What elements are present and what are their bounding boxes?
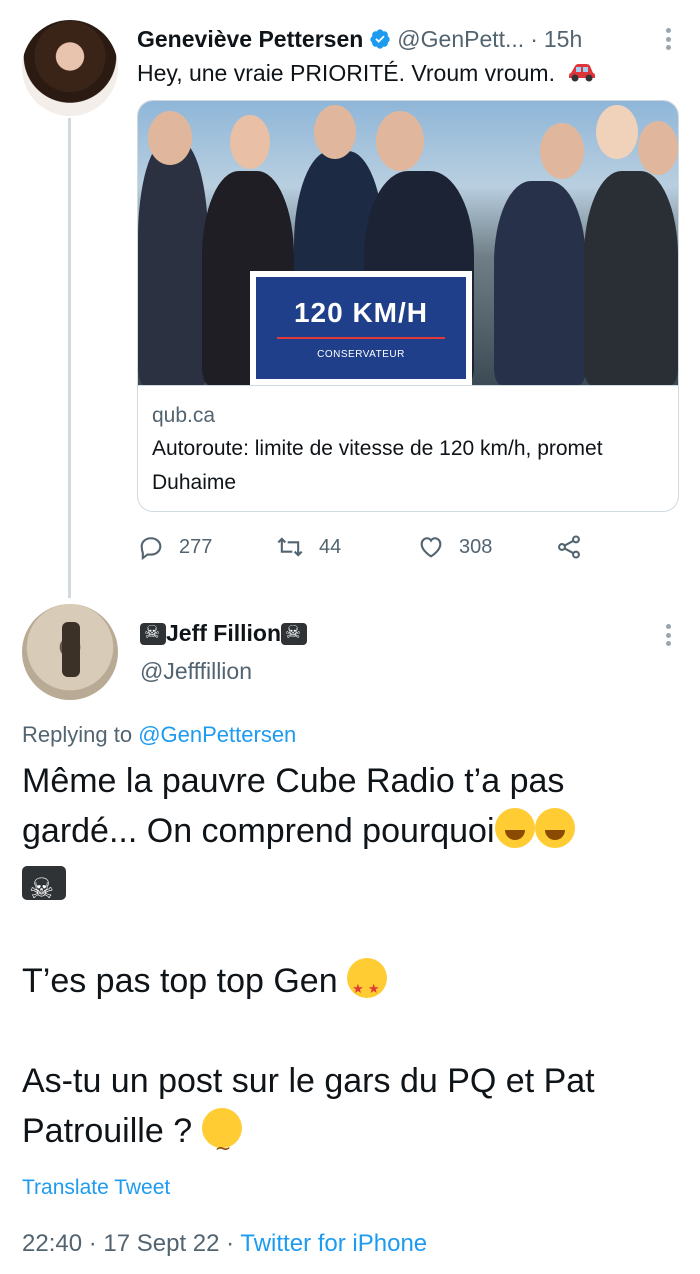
- tweet-actions: 277 44 308: [137, 530, 597, 564]
- separator: ·: [530, 25, 538, 52]
- share-button[interactable]: [555, 533, 597, 561]
- heart-icon: [420, 537, 442, 558]
- reply-button[interactable]: 277: [137, 533, 275, 561]
- skull-crossbones-icon: [140, 622, 166, 645]
- retweet-icon: [277, 537, 303, 557]
- retweet-button[interactable]: 44: [275, 533, 417, 561]
- rolling-laughing-emoji-icon: [494, 808, 535, 848]
- like-count: 308: [458, 535, 493, 558]
- skull-crossbones-icon: [281, 622, 307, 645]
- reply-paragraph-2: T’es pas top top Gen: [22, 956, 682, 1015]
- retweet-count: 44: [319, 535, 342, 558]
- tweet-timestamp[interactable]: 22:40 · 17 Sept 22 ·: [22, 1230, 234, 1257]
- translate-tweet-link[interactable]: Translate Tweet: [22, 1176, 170, 1200]
- reply-paragraph-1: Même la pauvre Cube Radio t’a pas gardé.…: [22, 756, 682, 914]
- reply-author-handle[interactable]: @Jefffillion: [140, 658, 252, 685]
- card-domain: qub.ca: [152, 404, 216, 427]
- reply-author-name[interactable]: Jeff Fillion: [166, 620, 281, 647]
- tweet-source[interactable]: Twitter for iPhone: [240, 1230, 427, 1257]
- podium-sign: 120 KM/H CONSERVATEUR: [250, 271, 472, 385]
- reply-paragraph-3-text: As-tu un post sur le gars du PQ et Pat P…: [22, 1062, 595, 1150]
- reply-paragraph-3: As-tu un post sur le gars du PQ et Pat P…: [22, 1056, 682, 1173]
- car-icon: [569, 64, 596, 82]
- reply-text: Même la pauvre Cube Radio t’a pas gardé.…: [22, 756, 682, 1173]
- tweet-text-content: Hey, une vraie PRIORITÉ. Vroum vroum.: [137, 60, 555, 86]
- reply-author-name-row[interactable]: Jeff Fillion: [140, 620, 307, 647]
- tweet-text: Hey, une vraie PRIORITÉ. Vroum vroum.: [137, 60, 597, 87]
- tweet-header: Geneviève Pettersen @GenPett... · 15h: [137, 22, 677, 56]
- author-avatar[interactable]: [22, 20, 118, 116]
- reply-author-avatar[interactable]: [22, 604, 118, 700]
- replying-prefix: Replying to: [22, 722, 133, 747]
- author-name[interactable]: Geneviève Pettersen: [137, 26, 363, 53]
- verified-badge-icon: [370, 29, 390, 49]
- reply-paragraph-1-text: Même la pauvre Cube Radio t’a pas gardé.…: [22, 762, 565, 850]
- tweet-metadata: 22:40 · 17 Sept 22 · Twitter for iPhone: [22, 1230, 427, 1258]
- replying-to-link[interactable]: @GenPettersen: [138, 722, 296, 747]
- more-options-icon[interactable]: [658, 620, 678, 650]
- reply-count: 277: [179, 535, 213, 558]
- podium-sign-logo: CONSERVATEUR: [317, 348, 405, 360]
- rolling-laughing-emoji-icon: [534, 808, 575, 848]
- card-image: 120 KM/H CONSERVATEUR: [138, 101, 678, 385]
- woozy-face-emoji-icon: [201, 1108, 242, 1173]
- share-icon: [558, 535, 580, 559]
- skull-crossbones-icon: [22, 864, 66, 914]
- star-struck-emoji-icon: [347, 958, 388, 1015]
- tweet-time[interactable]: 15h: [544, 26, 582, 53]
- podium-sign-text: 120 KM/H: [293, 296, 429, 328]
- replying-to: Replying to @GenPettersen: [22, 722, 296, 748]
- reply-icon: [140, 537, 162, 561]
- more-options-icon[interactable]: [658, 24, 678, 54]
- reply-paragraph-2-text: T’es pas top top Gen: [22, 962, 338, 1000]
- thread-connector: [68, 118, 71, 598]
- like-button[interactable]: 308: [417, 533, 555, 561]
- author-handle[interactable]: @GenPett...: [397, 26, 524, 53]
- card-body: qub.ca Autoroute: limite de vitesse de 1…: [138, 385, 678, 511]
- link-card[interactable]: 120 KM/H CONSERVATEUR qub.ca Autoroute: …: [137, 100, 679, 512]
- card-title: Autoroute: limite de vitesse de 120 km/h…: [152, 437, 603, 494]
